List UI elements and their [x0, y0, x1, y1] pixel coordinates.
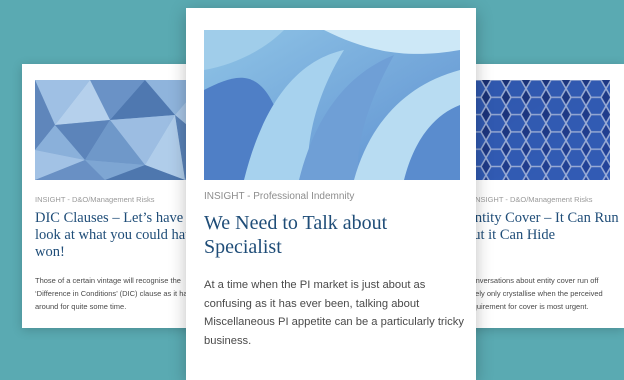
- article-category-tag: INSIGHT - D&O/Management Risks: [35, 195, 155, 204]
- article-excerpt: Conversations about entity cover run off…: [466, 276, 603, 311]
- article-title[interactable]: DIC Clauses – Let’s have a look at what …: [35, 210, 202, 261]
- article-card-specialist[interactable]: INSIGHT - Professional Indemnity We Need…: [186, 8, 476, 380]
- article-image: [35, 80, 202, 180]
- article-card-dic-clauses[interactable]: INSIGHT - D&O/Management Risks DIC Claus…: [22, 64, 202, 328]
- article-category-tag: INSIGHT - Professional Indemnity: [204, 191, 355, 202]
- article-excerpt: At a time when the PI market is just abo…: [204, 279, 464, 347]
- article-excerpt: Those of a certain vintage will recognis…: [35, 276, 202, 311]
- article-image: [204, 30, 460, 180]
- article-category-tag: INSIGHT - D&O/Management Risks: [473, 195, 593, 204]
- article-title[interactable]: We Need to Talk about Specialist: [204, 211, 464, 259]
- article-title[interactable]: Entity Cover – It Can Run but it Can Hid…: [466, 210, 624, 244]
